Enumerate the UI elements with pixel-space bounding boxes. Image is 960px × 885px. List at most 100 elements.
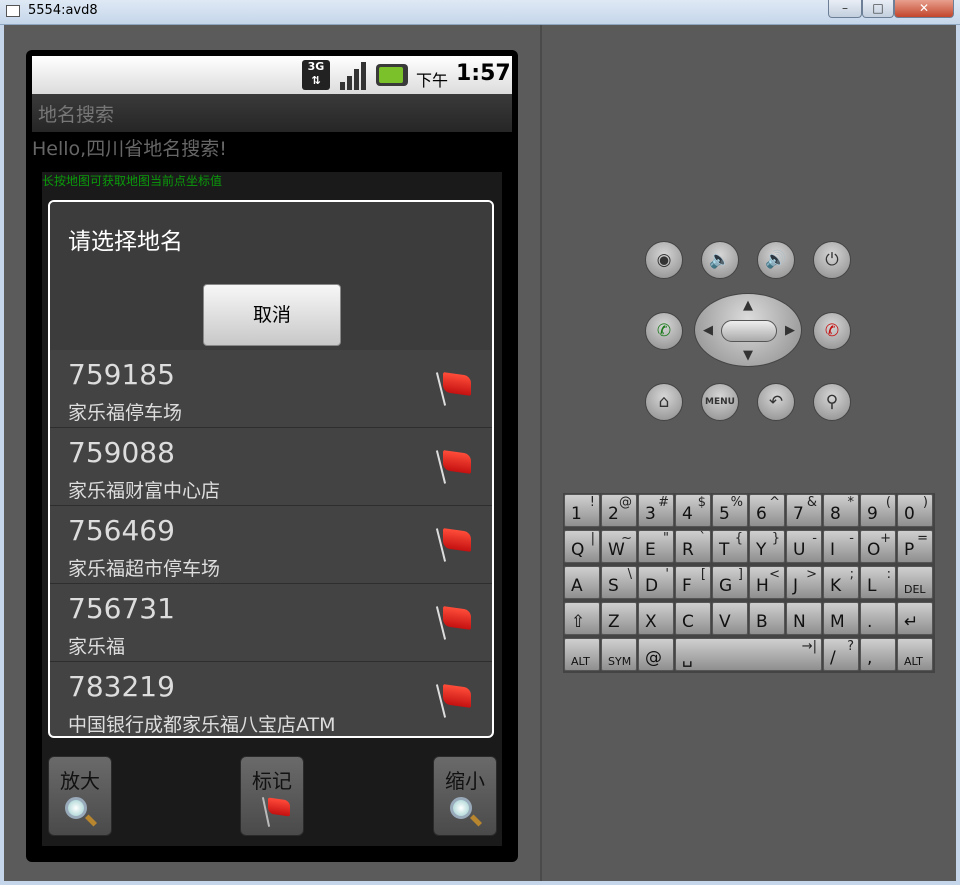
key-main-label: 7: [793, 504, 804, 524]
key[interactable]: F[: [675, 566, 711, 599]
zoom-out-button[interactable]: 缩小: [433, 756, 497, 836]
key-shift-label: *: [847, 495, 855, 510]
key[interactable]: 8 *: [823, 494, 859, 527]
place-name: 中国银行成都家乐福八宝店ATM: [68, 714, 336, 736]
zoom-in-button[interactable]: 放大: [48, 756, 112, 836]
volume-down-button[interactable]: 🔈: [701, 241, 739, 279]
key[interactable]: W ~: [601, 530, 637, 563]
back-button[interactable]: ↶: [757, 383, 795, 421]
key[interactable]: ,: [860, 638, 896, 671]
list-item[interactable]: 783219 中国银行成都家乐福八宝店ATM: [50, 662, 492, 736]
key[interactable]: E ": [638, 530, 674, 563]
key[interactable]: D ': [638, 566, 674, 599]
list-item[interactable]: 759185 家乐福停车场: [50, 350, 492, 428]
hardware-keyboard: 1! 2 @3 #4 $5% 6 ^ 7 & 8 * 9(0) Q | W ~ E " R ` T{Y} U - I - O + P =…: [563, 493, 935, 673]
place-name: 家乐福停车场: [68, 402, 183, 424]
key[interactable]: J >: [786, 566, 822, 599]
dialog-title: 请选择地名: [68, 229, 183, 255]
key[interactable]: Y}: [749, 530, 785, 563]
maximize-button[interactable]: □: [862, 0, 894, 18]
dpad-center-button[interactable]: [721, 320, 777, 342]
key[interactable]: 3 #: [638, 494, 674, 527]
key[interactable]: S \: [601, 566, 637, 599]
key[interactable]: 5%: [712, 494, 748, 527]
search-button[interactable]: ⚲: [813, 383, 851, 421]
key[interactable]: 1!: [564, 494, 600, 527]
key-main-label: ALT: [571, 655, 590, 668]
dpad-down-icon[interactable]: ▼: [743, 348, 753, 363]
key[interactable]: 9(: [860, 494, 896, 527]
key-main-label: L: [867, 576, 877, 596]
key[interactable]: .: [860, 602, 896, 635]
end-call-button[interactable]: ✆: [813, 312, 851, 350]
place-id: 783219: [68, 670, 175, 703]
camera-button[interactable]: ◉: [645, 241, 683, 279]
key[interactable]: A: [564, 566, 600, 599]
phone-call-icon: ✆: [656, 321, 672, 341]
status-ampm: 下午: [416, 71, 449, 90]
key[interactable]: R `: [675, 530, 711, 563]
key[interactable]: C: [675, 602, 711, 635]
key[interactable]: P =: [897, 530, 933, 563]
key[interactable]: X: [638, 602, 674, 635]
dpad-up-icon[interactable]: ▲: [743, 298, 753, 313]
key[interactable]: ALT: [564, 638, 600, 671]
list-item[interactable]: 756731 家乐福: [50, 584, 492, 662]
key[interactable]: 0): [897, 494, 933, 527]
key[interactable]: Z: [601, 602, 637, 635]
key[interactable]: H <: [749, 566, 785, 599]
key[interactable]: ↵: [897, 602, 933, 635]
key[interactable]: 7 &: [786, 494, 822, 527]
zoom-out-icon: [450, 797, 472, 819]
key[interactable]: U-: [786, 530, 822, 563]
key[interactable]: @: [638, 638, 674, 671]
volume-up-button[interactable]: 🔊: [757, 241, 795, 279]
mark-button[interactable]: 标记: [240, 756, 304, 836]
close-button[interactable]: ✕: [894, 0, 954, 18]
key-shift-label: ': [665, 567, 669, 582]
key[interactable]: T{: [712, 530, 748, 563]
window-title: 5554:avd8: [28, 3, 98, 18]
flag-icon: [261, 797, 291, 827]
key[interactable]: ⇧: [564, 602, 600, 635]
key[interactable]: K;: [823, 566, 859, 599]
key-main-label: 3: [645, 504, 656, 524]
list-item[interactable]: 756469 家乐福超市停车场: [50, 506, 492, 584]
key[interactable]: 4 $: [675, 494, 711, 527]
dpad-right-icon[interactable]: ▶: [785, 323, 795, 338]
cancel-button[interactable]: 取消: [203, 284, 341, 346]
key-main-label: Q: [571, 540, 585, 560]
key-main-label: T: [719, 540, 730, 560]
home-button[interactable]: ⌂: [645, 383, 683, 421]
key[interactable]: V: [712, 602, 748, 635]
key[interactable]: L:: [860, 566, 896, 599]
key-main-label: ␣: [682, 648, 693, 668]
key[interactable]: O +: [860, 530, 896, 563]
key[interactable]: DEL: [897, 566, 933, 599]
key[interactable]: I-: [823, 530, 859, 563]
volume-up-icon: 🔊: [765, 250, 787, 270]
key[interactable]: G]: [712, 566, 748, 599]
key[interactable]: B: [749, 602, 785, 635]
power-icon: ⏻: [825, 250, 839, 270]
key-shift-label: }: [771, 531, 780, 546]
minimize-button[interactable]: –: [828, 0, 862, 18]
power-button[interactable]: ⏻: [813, 241, 851, 279]
key[interactable]: N: [786, 602, 822, 635]
key[interactable]: /?: [823, 638, 859, 671]
key[interactable]: 2 @: [601, 494, 637, 527]
call-button[interactable]: ✆: [645, 312, 683, 350]
key-shift-label: >: [806, 567, 817, 582]
key-shift-label: @: [619, 495, 632, 510]
key[interactable]: Q |: [564, 530, 600, 563]
key[interactable]: ␣ →|: [675, 638, 822, 671]
menu-button[interactable]: MENU: [701, 383, 739, 421]
dpad[interactable]: ▲ ▼ ◀ ▶: [694, 293, 802, 367]
key[interactable]: 6 ^: [749, 494, 785, 527]
key[interactable]: ALT: [897, 638, 933, 671]
dpad-left-icon[interactable]: ◀: [703, 323, 713, 338]
key[interactable]: M: [823, 602, 859, 635]
list-item[interactable]: 759088 家乐福财富中心店: [50, 428, 492, 506]
key[interactable]: SYM: [601, 638, 637, 671]
key-shift-label: ;: [849, 567, 854, 582]
